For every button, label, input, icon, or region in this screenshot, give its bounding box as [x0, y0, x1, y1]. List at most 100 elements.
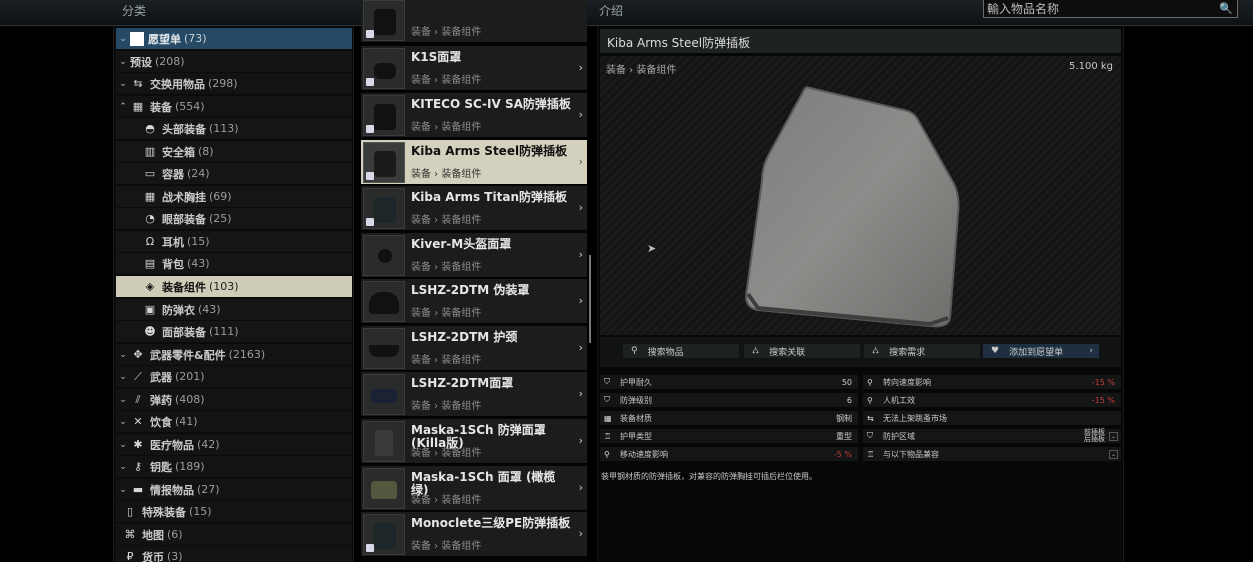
search-item-button[interactable]: ⚲ 搜索物品 [623, 344, 739, 358]
category-body-armor[interactable]: ▣ 防弹衣 (43) [116, 299, 352, 320]
item-row[interactable]: 装备 › 装备组件 [361, 0, 587, 43]
category-medical[interactable]: ⌄ ✱ 医疗物品 (42) [116, 434, 352, 455]
category-containers[interactable]: ▭ 容器 (24) [116, 163, 352, 184]
category-barter-items[interactable]: ⌄ ⇆ 交换用物品 (298) [116, 73, 352, 94]
chevron-right-icon: › [578, 481, 583, 494]
item-row-selected[interactable]: Kiba Arms Steel防弹插板 装备 › 装备组件 › [361, 140, 587, 185]
chevron-down-icon[interactable]: ⌄ [116, 372, 130, 382]
add-to-wishlist-button[interactable]: ♥ 添加到愿望单 › [983, 344, 1099, 358]
stat-material: ▦ 装备材质 钢制 [600, 411, 858, 425]
item-category-path: 装备 › 装备组件 [411, 27, 482, 38]
chevron-down-icon[interactable]: ⌄ [116, 57, 130, 67]
shield-icon: ⛉ [867, 431, 873, 440]
category-provisions[interactable]: ⌄ ✕ 饮食 (41) [116, 411, 352, 432]
stat-armor-type: ♖ 护甲类型 重型 [600, 429, 858, 443]
category-count: (73) [184, 32, 207, 45]
category-chest-rigs[interactable]: ▦ 战术胸挂 (69) [116, 186, 352, 207]
item-title: Kiba Arms Steel防弹插板 [600, 29, 1121, 53]
category-secure-containers[interactable]: ▥ 安全箱 (8) [116, 141, 352, 162]
item-row[interactable]: Kiver-M头盔面罩 装备 › 装备组件 › [361, 233, 587, 278]
stat-compatible-with[interactable]: ♖ 与以下物品兼容 ⌄ [863, 447, 1121, 461]
ammo-icon: ⫽ [135, 392, 141, 406]
category-backpacks[interactable]: ▤ 背包 (43) [116, 253, 352, 274]
face-cover-icon: ☻ [144, 325, 156, 338]
shield-icon: ⛉ [604, 395, 610, 404]
category-count: (408) [175, 393, 205, 406]
tag-icon [366, 30, 374, 38]
stat-movement-speed: ⚲ 移动速度影响 -5 % [600, 447, 858, 461]
category-presets[interactable]: ⌄ 预设 (208) [116, 51, 352, 72]
search-input[interactable] [987, 1, 1212, 16]
category-count: (15) [189, 505, 212, 518]
chevron-right-icon: › [578, 434, 583, 447]
category-maps[interactable]: ⌘ 地图 (6) [116, 524, 352, 545]
tag-icon [366, 172, 374, 180]
category-special-gear[interactable]: ▯ 特殊装备 (15) [116, 501, 352, 522]
item-thumbnail [363, 421, 405, 462]
chevron-down-icon[interactable]: ⌄ [116, 417, 130, 427]
item-name: Monoclete三级PE防弹插板 [411, 516, 571, 530]
category-count: (25) [209, 212, 232, 225]
chevron-up-icon[interactable]: ⌃ [116, 102, 130, 112]
category-weapon-parts[interactable]: ⌄ ✥ 武器零件&配件 (2163) [116, 344, 352, 365]
exchange-icon: ⇆ [867, 413, 874, 423]
chevron-down-icon[interactable]: ⌄ [116, 485, 130, 495]
category-headsets[interactable]: Ω 耳机 (15) [116, 231, 352, 252]
category-count: (113) [209, 122, 239, 135]
category-count: (43) [187, 257, 210, 270]
item-row[interactable]: Kiba Arms Titan防弹插板 装备 › 装备组件 › [361, 186, 587, 231]
category-gear-components[interactable]: ◈ 装备组件 (103) [116, 276, 352, 297]
item-row[interactable]: LSHZ-2DTM 护颈 装备 › 装备组件 › [361, 326, 587, 371]
action-bar: ⚲ 搜索物品 ⛼ 搜索关联 ⛼ 搜索需求 ♥ 添加到愿望单 › [600, 337, 1121, 367]
category-face-covers[interactable]: ☻ 面部装备 (111) [116, 321, 352, 342]
item-name: LSHZ-2DTM面罩 [411, 376, 514, 390]
item-category-path: 装备 › 装备组件 [411, 495, 482, 506]
chevron-down-icon[interactable]: ⌄ [116, 350, 130, 360]
chevron-down-icon[interactable]: ⌄ [116, 440, 130, 450]
search-box: 🔍 [983, 0, 1238, 18]
category-weapons[interactable]: ⌄ ⟋ 武器 (201) [116, 366, 352, 387]
category-panel: ⌄ 愿望单 (73) ⌄ 预设 (208) ⌄ ⇆ 交换用物品 (298) ⌃ … [113, 26, 354, 562]
category-currency[interactable]: ₽ 货币 (3) [116, 546, 352, 562]
item-row[interactable]: K1S面罩 装备 › 装备组件 › [361, 46, 587, 91]
category-gear[interactable]: ⌃ ▦ 装备 (554) [116, 96, 352, 117]
category-info-items[interactable]: ⌄ ▬ 情报物品 (27) [116, 479, 352, 500]
item-category-path: 装备 › 装备组件 [411, 262, 482, 273]
item-category-path: 装备 › 装备组件 [411, 169, 482, 180]
item-row[interactable]: Maska-1SCh 面罩 (橄榄绿) 装备 › 装备组件 › [361, 466, 587, 511]
chevron-right-icon: › [1089, 346, 1093, 356]
category-label: 防弹衣 [162, 303, 195, 317]
item-row[interactable]: Maska-1SCh 防弹面罩 (Killa版) 装备 › 装备组件 › [361, 419, 587, 464]
item-row[interactable]: LSHZ-2DTM面罩 装备 › 装备组件 › [361, 372, 587, 417]
chevron-down-icon[interactable]: ⌄ [1109, 449, 1118, 459]
item-thumbnail [363, 328, 405, 369]
backpack-icon: ▤ [144, 257, 156, 270]
search-related-button[interactable]: ⛼ 搜索关联 [744, 344, 860, 358]
category-column-title: 分类 [122, 4, 147, 18]
item-category-path: 装备 › 装备组件 [411, 401, 482, 412]
chevron-down-icon[interactable]: ⌄ [116, 395, 130, 405]
category-ammo[interactable]: ⌄ ⫽ 弹药 (408) [116, 389, 352, 410]
item-row[interactable]: KITECO SC-IV SA防弹插板 装备 › 装备组件 › [361, 93, 587, 138]
item-list-scrollbar[interactable] [589, 255, 591, 343]
ergonomics-icon: ⚲ [867, 395, 873, 405]
chevron-down-icon[interactable]: ⌄ [116, 79, 130, 89]
gear-component-icon: ◈ [145, 280, 155, 293]
search-icon[interactable]: 🔍 [1218, 0, 1234, 17]
item-category-path: 装备 › 装备组件 [411, 75, 482, 86]
category-wishlist[interactable]: ⌄ 愿望单 (73) [116, 28, 352, 49]
chevron-right-icon: › [578, 248, 583, 261]
chevron-down-icon[interactable]: ⌄ [116, 462, 130, 472]
chevron-right-icon: › [578, 201, 583, 214]
category-keys[interactable]: ⌄ ⚷ 钥匙 (189) [116, 456, 352, 477]
category-label: 武器零件&配件 [150, 348, 226, 362]
item-row[interactable]: Monoclete三级PE防弹插板 装备 › 装备组件 › [361, 512, 587, 557]
item-row[interactable]: LSHZ-2DTM 伪装罩 装备 › 装备组件 › [361, 279, 587, 324]
armor-plate-image [744, 86, 960, 328]
category-eyewear[interactable]: ◔ 眼部装备 (25) [116, 208, 352, 229]
search-demand-button[interactable]: ⛼ 搜索需求 [864, 344, 980, 358]
chevron-down-icon[interactable]: ⌄ [1109, 431, 1118, 441]
mouse-cursor-icon: ➤ [647, 242, 657, 255]
chevron-down-icon[interactable]: ⌄ [116, 34, 130, 44]
category-headwear[interactable]: ◓ 头部装备 (113) [116, 118, 352, 139]
